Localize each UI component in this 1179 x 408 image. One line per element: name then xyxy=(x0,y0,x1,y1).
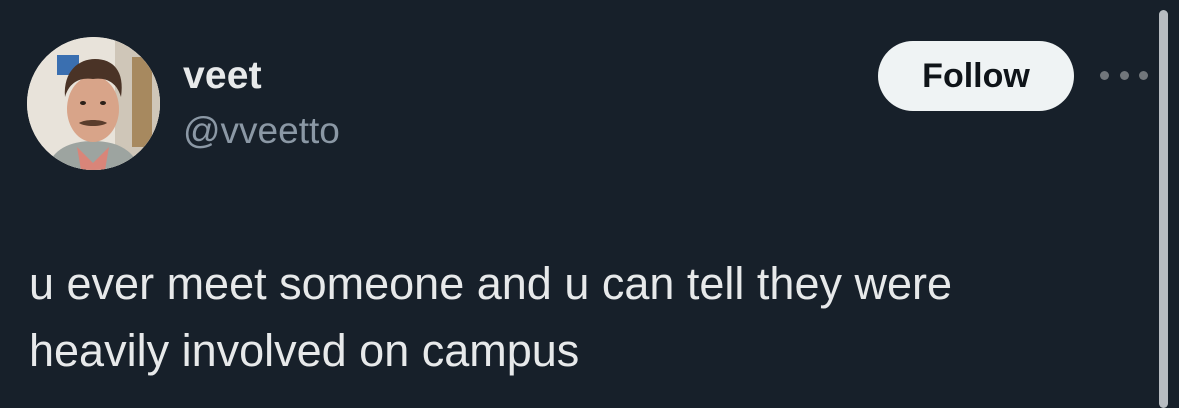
more-dot xyxy=(1100,70,1109,80)
avatar[interactable] xyxy=(27,37,160,170)
more-dot xyxy=(1139,70,1148,80)
tweet-text-line: heavily involved on campus xyxy=(29,325,580,376)
avatar-photo xyxy=(27,37,160,170)
more-options-icon[interactable] xyxy=(1100,64,1148,86)
follow-button[interactable]: Follow xyxy=(878,41,1074,111)
more-dot xyxy=(1119,70,1129,80)
tweet-text: u ever meet someone and u can tell they … xyxy=(29,250,1129,384)
tweet-card: veet @vveetto Follow u ever meet someone… xyxy=(0,0,1179,408)
scrollbar[interactable] xyxy=(1159,10,1168,408)
user-handle[interactable]: @vveetto xyxy=(183,110,340,152)
display-name[interactable]: veet xyxy=(183,54,262,98)
tweet-text-line: u ever meet someone and u can tell they … xyxy=(29,258,953,309)
